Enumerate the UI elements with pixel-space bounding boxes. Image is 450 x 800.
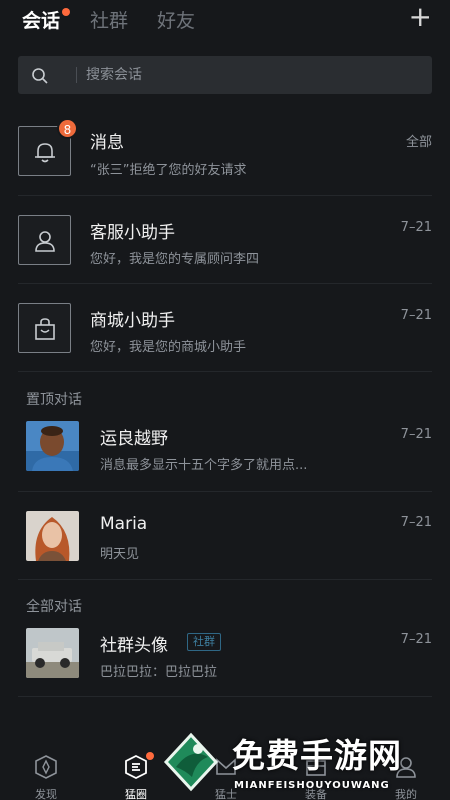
nav-discover[interactable]: 发现 xyxy=(16,740,76,800)
search-icon xyxy=(32,68,48,84)
chat-meta[interactable]: 全部 xyxy=(406,131,432,150)
chat-preview: 明天见 xyxy=(100,547,140,562)
chat-title: 消息 xyxy=(90,133,124,153)
chat-preview: 消息最多显示十五个字多了就用点... xyxy=(100,458,308,473)
chat-title: 社群头像 xyxy=(100,636,168,656)
avatar xyxy=(26,511,79,561)
circle-feed-icon xyxy=(125,754,147,780)
chat-time: 7–21 xyxy=(400,308,432,323)
search-divider xyxy=(76,67,77,83)
nav-label: 发现 xyxy=(35,788,57,800)
community-tag: 社群 xyxy=(187,633,221,651)
chat-title: 商城小助手 xyxy=(90,311,175,331)
unread-badge: 8 xyxy=(57,118,78,139)
watermark-subtext: MIANFEISHOUYOUWANG xyxy=(234,780,390,791)
search-input[interactable] xyxy=(86,56,416,94)
chat-icon-frame xyxy=(18,215,71,265)
row-divider xyxy=(18,579,432,580)
unread-dot xyxy=(62,8,70,16)
tab-friends[interactable]: 好友 xyxy=(157,6,195,33)
plus-icon[interactable]: + xyxy=(409,2,432,32)
chat-title: Maria xyxy=(100,514,148,534)
chat-time: 7–21 xyxy=(400,427,432,442)
watermark-text: 免费手游网 xyxy=(232,736,402,775)
chat-preview: 您好，我是您的专属顾问李四 xyxy=(90,252,260,267)
shopping-bag-icon xyxy=(35,318,55,340)
top-bar: 会话 社群 好友 + xyxy=(0,0,450,44)
avatar xyxy=(26,421,79,471)
bell-icon xyxy=(35,143,55,163)
chat-row-messages[interactable]: 8 消息 “张三”拒绝了您的好友请求 全部 xyxy=(0,108,450,196)
avatar xyxy=(26,628,79,678)
row-divider xyxy=(18,696,432,697)
chat-row-pinned[interactable]: Maria 明天见 7–21 xyxy=(0,492,450,580)
tab-conversations[interactable]: 会话 xyxy=(22,6,60,33)
chat-time: 7–21 xyxy=(400,515,432,530)
tab-communities[interactable]: 社群 xyxy=(90,6,128,33)
chat-icon-frame xyxy=(18,303,71,353)
chat-row-customer-service[interactable]: 客服小助手 您好，我是您的专属顾问李四 7–21 xyxy=(0,196,450,284)
chat-preview: 您好，我是您的商城小助手 xyxy=(90,340,247,355)
chat-time: 7–21 xyxy=(400,220,432,235)
watermark-logo-icon xyxy=(163,732,219,792)
chat-row-community[interactable]: 社群头像 社群 巴拉巴拉：巴拉巴拉 7–21 xyxy=(0,609,450,697)
customer-service-icon xyxy=(35,231,55,252)
search-bar xyxy=(18,56,432,94)
watermark: 免费手游网 MIANFEISHOUYOUWANG xyxy=(150,725,450,800)
chat-title: 运良越野 xyxy=(100,429,168,449)
chat-time: 7–21 xyxy=(400,632,432,647)
chat-preview: “张三”拒绝了您的好友请求 xyxy=(90,163,247,178)
chat-row-pinned[interactable]: 运良越野 消息最多显示十五个字多了就用点... 7–21 xyxy=(0,404,450,492)
chat-preview: 巴拉巴拉：巴拉巴拉 xyxy=(100,665,218,680)
compass-icon xyxy=(35,755,57,779)
chat-row-mall[interactable]: 商城小助手 您好，我是您的商城小助手 7–21 xyxy=(0,284,450,372)
row-divider xyxy=(18,371,432,372)
chat-title: 客服小助手 xyxy=(90,223,175,243)
